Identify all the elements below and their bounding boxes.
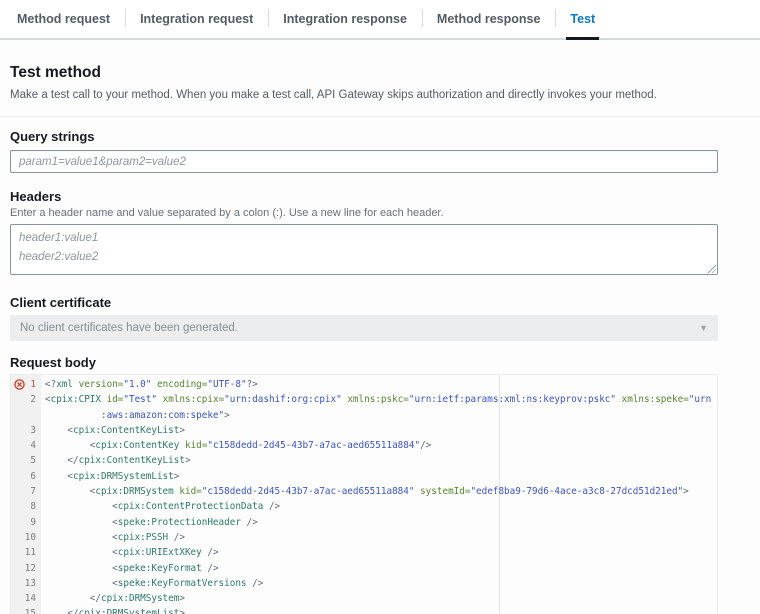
code-line[interactable]: 8 <cpix:ContentProtectionData />: [11, 499, 717, 514]
code-text: <speke:KeyFormatVersions />: [41, 576, 717, 591]
code-text: <cpix:ContentProtectionData />: [41, 499, 717, 514]
line-number: 7: [11, 484, 41, 499]
tab-integration-response[interactable]: Integration response: [268, 0, 422, 38]
code-text: </cpix:ContentKeyList>: [41, 453, 717, 468]
tab-method-response[interactable]: Method response: [422, 0, 556, 38]
headers-textarea[interactable]: [10, 224, 718, 275]
line-number: 2: [11, 392, 41, 407]
section-divider: [0, 116, 760, 117]
code-line[interactable]: 15 </cpix:DRMSystemList>: [11, 606, 717, 614]
code-text: <?xml version="1.0" encoding="UTF-8"?>: [41, 377, 717, 392]
query-strings-label: Query strings: [10, 129, 750, 144]
chevron-down-icon: ▼: [699, 323, 708, 333]
code-line[interactable]: :aws:amazon:com:speke">: [11, 408, 717, 423]
headers-textarea-wrap: [10, 224, 718, 275]
test-panel: Test method Make a test call to your met…: [0, 40, 760, 612]
code-text: <cpix:ContentKey kid="c158dedd-2d45-43b7…: [41, 438, 717, 453]
line-number: 4: [11, 438, 41, 453]
code-line[interactable]: 7 <cpix:DRMSystem kid="c158dedd-2d45-43b…: [11, 484, 717, 499]
code-line[interactable]: 12 <speke:KeyFormat />: [11, 561, 717, 576]
code-line[interactable]: 3 <cpix:ContentKeyList>: [11, 423, 717, 438]
code-line[interactable]: 5 </cpix:ContentKeyList>: [11, 453, 717, 468]
tab-method-request[interactable]: Method request: [2, 0, 125, 38]
code-text: :aws:amazon:com:speke">: [41, 408, 717, 423]
page-title: Test method: [10, 40, 750, 82]
line-number: [11, 408, 41, 423]
line-number: 6: [11, 469, 41, 484]
code-text: <cpix:ContentKeyList>: [41, 423, 717, 438]
line-number: 9: [11, 515, 41, 530]
page-description: Make a test call to your method. When yo…: [10, 89, 750, 101]
code-text: </cpix:DRMSystem>: [41, 591, 717, 606]
line-number: 5: [11, 453, 41, 468]
code-line[interactable]: 9 <speke:ProtectionHeader />: [11, 515, 717, 530]
headers-hint: Enter a header name and value separated …: [10, 207, 750, 219]
code-text: <cpix:DRMSystemList>: [41, 469, 717, 484]
line-number: 1: [11, 377, 41, 392]
query-strings-input[interactable]: [10, 150, 718, 173]
request-body-label: Request body: [10, 355, 750, 370]
line-number: 13: [11, 576, 41, 591]
line-number: 11: [11, 545, 41, 560]
code-text: <cpix:CPIX id="Test" xmlns:cpix="urn:das…: [41, 392, 717, 407]
tab-test[interactable]: Test: [555, 0, 610, 38]
line-number: 10: [11, 530, 41, 545]
code-text: <cpix:DRMSystem kid="c158dedd-2d45-43b7-…: [41, 484, 717, 499]
client-certificate-value: No client certificates have been generat…: [20, 322, 238, 334]
line-number: 14: [11, 591, 41, 606]
headers-label: Headers: [10, 189, 750, 204]
code-text: <cpix:URIExtXKey />: [41, 545, 717, 560]
code-lines: 1<?xml version="1.0" encoding="UTF-8"?>2…: [11, 375, 717, 614]
line-number: 15: [11, 606, 41, 614]
client-certificate-select[interactable]: No client certificates have been generat…: [10, 315, 718, 341]
line-number: 8: [11, 499, 41, 514]
code-line[interactable]: 6 <cpix:DRMSystemList>: [11, 469, 717, 484]
client-certificate-label: Client certificate: [10, 295, 750, 310]
code-line[interactable]: 4 <cpix:ContentKey kid="c158dedd-2d45-43…: [11, 438, 717, 453]
code-line[interactable]: 2<cpix:CPIX id="Test" xmlns:cpix="urn:da…: [11, 392, 717, 407]
line-number: 3: [11, 423, 41, 438]
code-text: <cpix:PSSH />: [41, 530, 717, 545]
code-line[interactable]: 14 </cpix:DRMSystem>: [11, 591, 717, 606]
code-line[interactable]: 11 <cpix:URIExtXKey />: [11, 545, 717, 560]
tab-integration-request[interactable]: Integration request: [125, 0, 268, 38]
code-text: <speke:ProtectionHeader />: [41, 515, 717, 530]
tab-bar: Method requestIntegration requestIntegra…: [0, 0, 760, 40]
line-number: 12: [11, 561, 41, 576]
request-body-editor[interactable]: 1<?xml version="1.0" encoding="UTF-8"?>2…: [10, 374, 718, 614]
code-line[interactable]: 13 <speke:KeyFormatVersions />: [11, 576, 717, 591]
code-text: </cpix:DRMSystemList>: [41, 606, 717, 614]
code-line[interactable]: 10 <cpix:PSSH />: [11, 530, 717, 545]
error-icon: [14, 379, 25, 390]
code-text: <speke:KeyFormat />: [41, 561, 717, 576]
code-line[interactable]: 1<?xml version="1.0" encoding="UTF-8"?>: [11, 377, 717, 392]
